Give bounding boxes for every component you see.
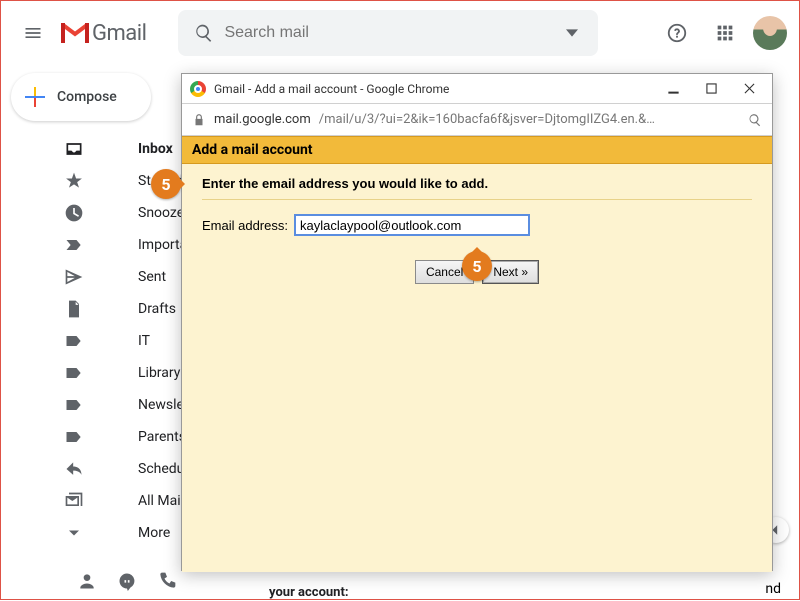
plus-icon bbox=[25, 87, 45, 107]
compose-button[interactable]: Compose bbox=[11, 73, 151, 121]
email-label: Email address: bbox=[202, 218, 288, 233]
person-icon bbox=[77, 571, 97, 591]
gmail-logo-text: Gmail bbox=[92, 21, 146, 46]
hangouts-chat-button[interactable] bbox=[111, 565, 143, 597]
inbox-icon bbox=[27, 139, 120, 159]
label-icon bbox=[27, 363, 120, 383]
apps-grid-icon bbox=[714, 22, 736, 44]
divider bbox=[202, 199, 752, 200]
search-options-button[interactable] bbox=[552, 13, 592, 53]
email-row: Email address: bbox=[202, 214, 752, 236]
schedule-icon bbox=[27, 459, 120, 479]
maximize-icon bbox=[706, 83, 717, 94]
stacked-mail-icon bbox=[27, 491, 120, 511]
window-close-button[interactable] bbox=[734, 78, 764, 100]
dialog-instruction: Enter the email address you would like t… bbox=[202, 174, 752, 199]
chevron-down-icon bbox=[27, 523, 120, 543]
window-minimize-button[interactable] bbox=[658, 78, 688, 100]
clock-icon bbox=[27, 203, 120, 223]
email-input[interactable] bbox=[294, 214, 530, 236]
help-icon bbox=[666, 22, 688, 44]
hangouts-phone-button[interactable] bbox=[151, 565, 183, 597]
background-text-youraccount: your account: bbox=[269, 585, 349, 600]
search-input[interactable] bbox=[224, 24, 552, 42]
label-icon bbox=[27, 427, 120, 447]
support-button[interactable] bbox=[657, 13, 697, 53]
compose-label: Compose bbox=[57, 89, 117, 105]
apps-button[interactable] bbox=[705, 13, 745, 53]
background-text-fragment: nd bbox=[765, 581, 781, 597]
search-icon[interactable] bbox=[748, 113, 762, 127]
file-icon bbox=[27, 299, 120, 319]
chat-bubble-icon bbox=[117, 571, 137, 591]
account-avatar[interactable] bbox=[753, 16, 787, 50]
dialog-heading: Add a mail account bbox=[182, 136, 772, 164]
important-icon bbox=[27, 235, 120, 255]
dialog-titlebar[interactable]: Gmail - Add a mail account - Google Chro… bbox=[182, 74, 772, 104]
phone-icon bbox=[157, 571, 177, 591]
minimize-icon bbox=[668, 83, 679, 94]
label-icon bbox=[27, 395, 120, 415]
main-menu-button[interactable] bbox=[13, 13, 53, 53]
dialog-body: Enter the email address you would like t… bbox=[182, 164, 772, 572]
search-bar[interactable] bbox=[178, 10, 598, 56]
dialog-address-bar[interactable]: mail.google.com/mail/u/3/?ui=2&ik=160bac… bbox=[182, 104, 772, 136]
hangouts-contacts-button[interactable] bbox=[71, 565, 103, 597]
step-callout-email: 5 bbox=[151, 169, 181, 199]
gmail-m-icon bbox=[61, 22, 89, 44]
send-icon bbox=[27, 267, 120, 287]
menu-icon bbox=[23, 23, 43, 43]
gmail-logo[interactable]: Gmail bbox=[61, 21, 146, 46]
star-icon bbox=[27, 171, 120, 191]
chrome-favicon-icon bbox=[190, 81, 206, 97]
caret-down-icon bbox=[566, 27, 578, 39]
dialog-window-title: Gmail - Add a mail account - Google Chro… bbox=[214, 82, 650, 96]
search-icon[interactable] bbox=[184, 13, 224, 53]
url-path: /mail/u/3/?ui=2&ik=160bacfa6f&jsver=Djto… bbox=[319, 112, 655, 127]
window-maximize-button[interactable] bbox=[696, 78, 726, 100]
add-mail-account-dialog: Gmail - Add a mail account - Google Chro… bbox=[181, 73, 773, 571]
url-host: mail.google.com bbox=[214, 112, 311, 127]
lock-icon bbox=[192, 113, 206, 127]
close-icon bbox=[744, 83, 755, 94]
label-icon bbox=[27, 331, 120, 351]
step-callout-next: 5 bbox=[462, 251, 492, 281]
